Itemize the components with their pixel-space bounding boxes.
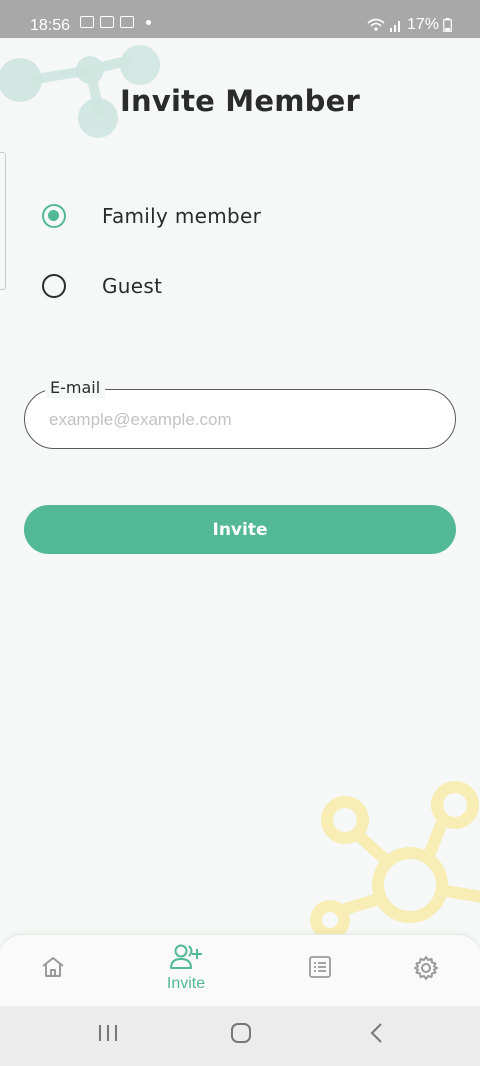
nav-invite[interactable]: Invite [146,943,226,1003]
status-icons-right: 17% [367,16,452,34]
invite-button[interactable]: Invite [24,505,456,554]
screenshot-icon [100,16,114,28]
family-member-option[interactable]: Family member [40,196,261,236]
dot-icon [146,19,151,25]
home-icon [42,957,64,977]
battery-icon [443,18,452,32]
status-icons-left [80,16,151,28]
email-label: E-mail [45,378,106,398]
side-drawer-handle[interactable] [0,152,6,290]
signal-icon [389,21,400,32]
image-icon [120,16,134,28]
system-nav-bar [0,1006,480,1066]
bottom-nav: Invite [0,934,480,1007]
back-button[interactable] [368,1022,386,1048]
page-title: Invite Member [120,84,360,118]
wifi-icon [367,18,385,31]
family-member-radio[interactable] [42,204,66,228]
gear-icon [414,956,438,980]
battery-text: 17% [406,16,439,33]
recents-button[interactable] [96,1022,120,1048]
nav-invite-label: Invite [166,975,206,992]
guest-option[interactable]: Guest [40,266,162,306]
family-member-label: Family member [102,204,262,228]
home-circle-icon [231,1023,251,1043]
molecule-decoration-bottom [310,781,480,940]
email-input[interactable] [47,403,441,437]
guest-radio[interactable] [42,274,66,298]
home-button[interactable] [230,1022,252,1048]
recents-icon [99,1025,117,1041]
screenshot-icon [80,16,94,28]
email-field[interactable]: E-mail [24,378,456,449]
add-user-icon [170,944,202,969]
guest-label: Guest [102,274,163,298]
back-icon [370,1023,382,1043]
list-icon [309,956,331,978]
